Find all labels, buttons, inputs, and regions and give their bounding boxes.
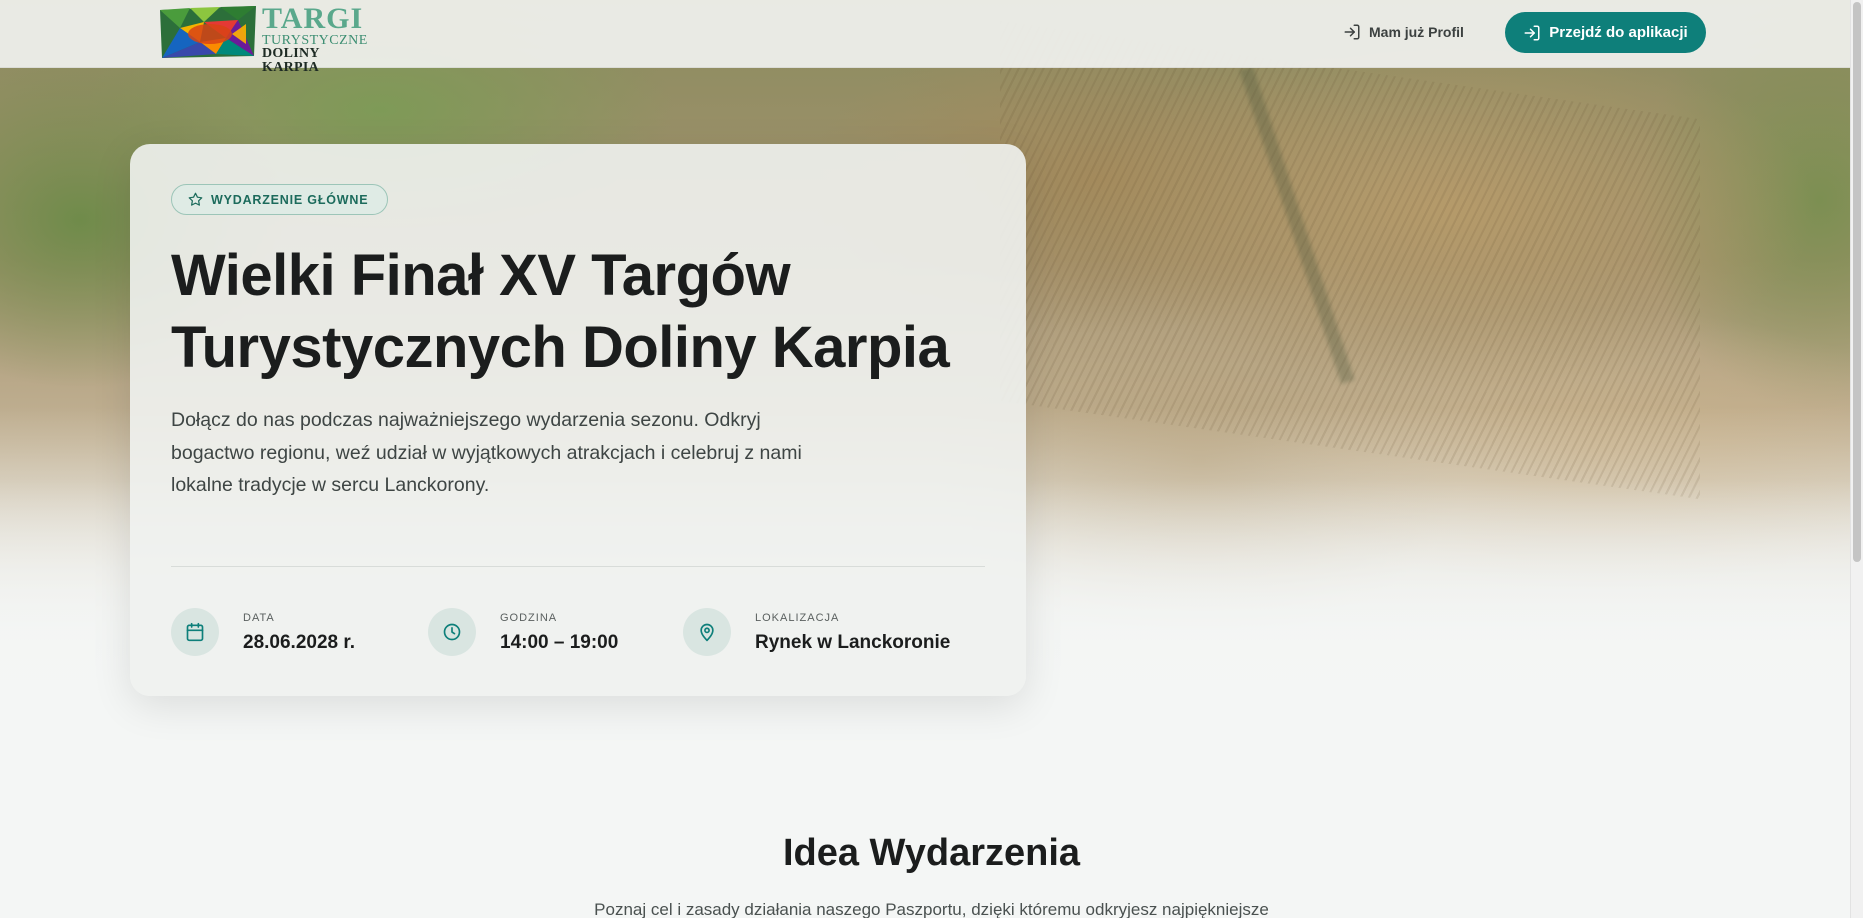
calendar-icon bbox=[171, 608, 219, 656]
login-icon bbox=[1344, 24, 1360, 40]
logo-wordmark: TARGI TURYSTYCZNE DOLINY KARPIA bbox=[262, 4, 370, 75]
logo-line-1: TARGI bbox=[262, 2, 364, 35]
login-icon bbox=[1524, 25, 1540, 40]
event-time: GODZINA 14:00 – 19:00 bbox=[428, 607, 618, 657]
event-location: LOKALIZACJA Rynek w Lanckoronie bbox=[683, 607, 950, 657]
login-link[interactable]: Mam już Profil bbox=[1343, 20, 1464, 44]
section-title: Idea Wydarzenia bbox=[782, 832, 1081, 874]
star-icon bbox=[188, 192, 203, 206]
divider bbox=[171, 566, 985, 567]
date-value: 28.06.2028 r. bbox=[243, 631, 355, 653]
clock-icon bbox=[428, 608, 476, 656]
hero-title: Wielki Finał XV Targów Turystycznych Dol… bbox=[171, 243, 950, 380]
fish-mosaic-logo-icon bbox=[160, 6, 256, 58]
page-scrollbar[interactable] bbox=[1850, 0, 1863, 918]
logo[interactable]: TARGI TURYSTYCZNE DOLINY KARPIA bbox=[160, 4, 370, 75]
go-to-app-button[interactable]: Przejdź do aplikacji bbox=[1505, 12, 1706, 53]
site-header: TARGI TURYSTYCZNE DOLINY KARPIA Mam już … bbox=[0, 0, 1863, 75]
event-date: DATA 28.06.2028 r. bbox=[171, 607, 355, 657]
hero-card: WYDARZENIE GŁÓWNE Wielki Finał XV Targów… bbox=[130, 144, 1026, 696]
logo-line-3: DOLINY KARPIA bbox=[262, 46, 320, 75]
date-label: DATA bbox=[243, 611, 275, 624]
section-subtitle: Poznaj cel i zasady działania naszego Pa… bbox=[594, 900, 1269, 918]
time-label: GODZINA bbox=[500, 611, 558, 624]
main-event-badge: WYDARZENIE GŁÓWNE bbox=[171, 184, 388, 215]
location-value: Rynek w Lanckoronie bbox=[755, 631, 951, 653]
login-label: Mam już Profil bbox=[1369, 24, 1464, 40]
badge-label: WYDARZENIE GŁÓWNE bbox=[211, 192, 369, 207]
time-value: 14:00 – 19:00 bbox=[500, 631, 619, 653]
hero-description: Dołącz do nas podczas najważniejszego wy… bbox=[171, 409, 802, 496]
location-label: LOKALIZACJA bbox=[755, 611, 840, 624]
scrollbar-thumb[interactable] bbox=[1853, 2, 1861, 562]
go-to-app-label: Przejdź do aplikacji bbox=[1549, 24, 1688, 41]
map-pin-icon bbox=[683, 608, 731, 656]
